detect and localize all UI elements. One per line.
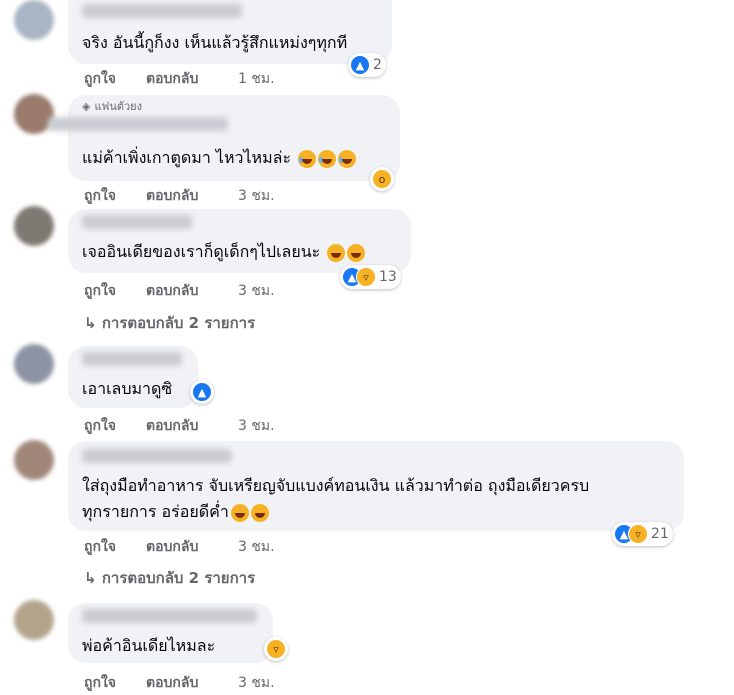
avatar[interactable] (14, 0, 54, 40)
comment-bubble: จริง อันนี้กูก็งง เห็นแล้วรู้สึกแหม่งๆทุ… (68, 0, 392, 64)
comment-text-line2: ทุกรายการ อร่อยดีค่ำ (82, 499, 269, 525)
squint-tongue-emoji (230, 503, 249, 522)
avatar[interactable] (14, 440, 54, 480)
grin-sweat-emoji (327, 243, 346, 262)
timestamp[interactable]: 3 ชม. (238, 415, 275, 437)
avatar[interactable] (14, 344, 54, 384)
reaction-count: 13 (379, 269, 397, 285)
reply-arrow-icon: ↳ (84, 569, 97, 587)
comment-actions: ถูกใจ ตอบกลับ 3 ชม. (84, 280, 275, 302)
haha-reaction-icon: ▿ (356, 267, 376, 287)
comment-text-body: ทุกรายการ อร่อยดีค่ำ (82, 502, 229, 521)
comment-bubble: พ่อค้าอินเดียไหมละ (68, 603, 273, 663)
timestamp[interactable]: 3 ชม. (238, 672, 275, 694)
timestamp[interactable]: 3 ชม. (238, 280, 275, 302)
top-fan-badge: ◈ แฟนตัวยง (82, 97, 142, 115)
haha-reaction-icon: ▿ (266, 639, 286, 659)
comment-text: แม่ค้าเพิ่งเกาตูดมา ไหวไหมล่ะ (82, 145, 357, 171)
commenter-name[interactable] (82, 352, 182, 366)
reaction-summary[interactable]: ▲ (190, 380, 214, 404)
reply-button[interactable]: ตอบกลับ (146, 68, 238, 90)
like-button[interactable]: ถูกใจ (84, 415, 146, 437)
comment-actions: ถูกใจ ตอบกลับ 1 ชม. (84, 68, 275, 90)
reply-button[interactable]: ตอบกลับ (146, 672, 238, 694)
reaction-count: 2 (373, 57, 382, 73)
badge-label: แฟนตัวยง (94, 100, 143, 113)
comment-bubble: ◈ แฟนตัวยง แม่ค้าเพิ่งเกาตูดมา ไหวไหมล่ะ (48, 95, 400, 181)
reaction-count: 21 (651, 526, 669, 542)
comment-actions: ถูกใจ ตอบกลับ 3 ชม. (84, 672, 275, 694)
comment-actions: ถูกใจ ตอบกลับ 3 ชม. (84, 415, 275, 437)
comment-bubble: ใส่ถุงมือทำอาหาร จับเหรียญจับแบงค์ทอนเงิ… (68, 441, 684, 531)
reaction-summary[interactable]: ▲ 2 (348, 53, 386, 77)
like-button[interactable]: ถูกใจ (84, 68, 146, 90)
timestamp[interactable]: 1 ชม. (238, 68, 275, 90)
grin-sweat-emoji (347, 243, 366, 262)
view-replies-label: การตอบกลับ 2 รายการ (101, 314, 256, 332)
like-button[interactable]: ถูกใจ (84, 280, 146, 302)
reply-arrow-icon: ↳ (84, 314, 97, 332)
comment-text: เจออินเดียของเราก็ดูเด็กๆไปเลยนะ (82, 239, 366, 265)
comment-text: ใส่ถุงมือทำอาหาร จับเหรียญจับแบงค์ทอนเงิ… (82, 476, 590, 495)
avatar[interactable] (14, 206, 54, 246)
like-reaction-icon: ▲ (192, 382, 212, 402)
reply-button[interactable]: ตอบกลับ (146, 415, 238, 437)
reply-button[interactable]: ตอบกลับ (146, 536, 238, 558)
comment-actions: ถูกใจ ตอบกลับ 3 ชม. (84, 536, 275, 558)
like-reaction-icon: ▲ (350, 55, 370, 75)
reply-button[interactable]: ตอบกลับ (146, 185, 238, 207)
rofl-emoji (318, 149, 337, 168)
timestamp[interactable]: 3 ชม. (238, 536, 275, 558)
reaction-summary[interactable]: ▿ (264, 637, 288, 661)
commenter-name[interactable] (82, 609, 257, 623)
comment-text: เอาเลบมาดูซิ (82, 379, 173, 398)
commenter-name[interactable] (82, 4, 242, 18)
like-button[interactable]: ถูกใจ (84, 185, 146, 207)
reply-button[interactable]: ตอบกลับ (146, 280, 238, 302)
comment-actions: ถูกใจ ตอบกลับ 3 ชม. (84, 185, 275, 207)
reaction-summary[interactable]: ▲ ▿ 21 (612, 522, 673, 546)
view-replies-link[interactable]: ↳ การตอบกลับ 2 รายการ (84, 566, 255, 590)
comment-text: พ่อค้าอินเดียไหมละ (82, 636, 216, 655)
rofl-emoji (338, 149, 357, 168)
rofl-emoji (298, 149, 317, 168)
comment-bubble: เอาเลบมาดูซิ (68, 346, 198, 408)
commenter-name[interactable] (82, 215, 192, 229)
view-replies-label: การตอบกลับ 2 รายการ (101, 569, 256, 587)
comment-text-body: แม่ค้าเพิ่งเกาตูดมา ไหวไหมล่ะ (82, 148, 292, 167)
commenter-name[interactable] (48, 117, 228, 131)
comment-text: จริง อันนี้กูก็งง เห็นแล้วรู้สึกแหม่งๆทุ… (82, 33, 348, 52)
badge-icon: ◈ (82, 100, 91, 113)
like-button[interactable]: ถูกใจ (84, 672, 146, 694)
reaction-summary[interactable]: o (370, 167, 394, 191)
commenter-name[interactable] (82, 449, 232, 463)
reaction-summary[interactable]: ▲ ▿ 13 (340, 265, 401, 289)
comment-text-body: เจออินเดียของเราก็ดูเด็กๆไปเลยนะ (82, 242, 321, 261)
like-button[interactable]: ถูกใจ (84, 536, 146, 558)
timestamp[interactable]: 3 ชม. (238, 185, 275, 207)
view-replies-link[interactable]: ↳ การตอบกลับ 2 รายการ (84, 311, 255, 335)
squint-tongue-emoji (250, 503, 269, 522)
comment-bubble: เจออินเดียของเราก็ดูเด็กๆไปเลยนะ (68, 209, 411, 273)
haha-reaction-icon: ▿ (628, 524, 648, 544)
avatar[interactable] (14, 600, 54, 640)
wow-reaction-icon: o (372, 169, 392, 189)
